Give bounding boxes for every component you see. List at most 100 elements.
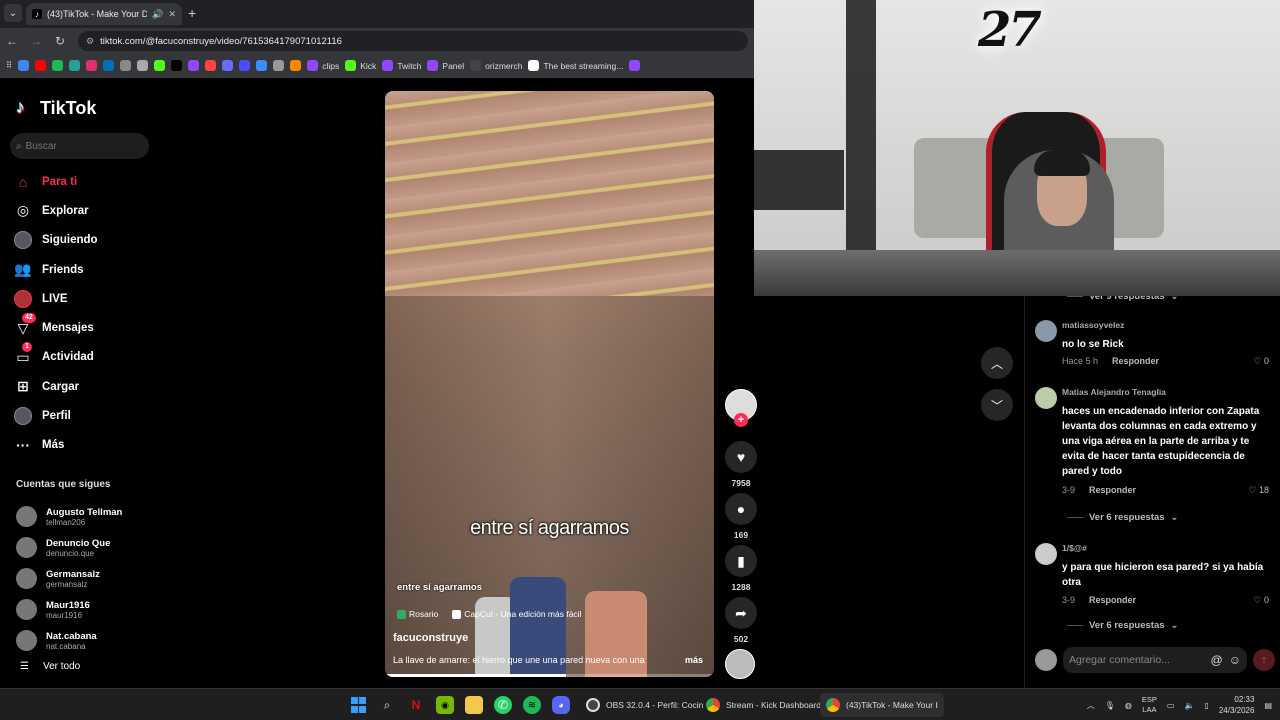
avatar[interactable] xyxy=(1035,320,1057,342)
nvidia-icon[interactable]: ◉ xyxy=(436,696,454,714)
sidebar-item-friends[interactable]: 👥 Friends xyxy=(14,255,154,284)
language-indicator[interactable]: ESP LAA xyxy=(1142,695,1157,715)
save-action[interactable]: ▮ 1288 xyxy=(725,545,757,592)
bookmark-item[interactable]: orizmerch xyxy=(470,60,522,71)
browser-tab-tiktok[interactable]: ♪ (43)TikTok - Make Your Day 🔊 ✕ xyxy=(26,3,182,25)
speaker-icon[interactable]: 🔊 xyxy=(152,9,163,20)
like-action[interactable]: ♥ 7958 xyxy=(725,441,757,488)
sidebar-item-actividad[interactable]: ▭ 1 Actividad xyxy=(14,342,154,372)
heart-icon[interactable]: ♥ xyxy=(725,441,757,473)
bookmark-item[interactable] xyxy=(256,60,268,71)
video-author[interactable]: facuconstruye xyxy=(393,632,468,644)
search-icon[interactable]: ⌕ xyxy=(378,696,396,714)
url-bar[interactable]: ⚙ tiktok.com/@facuconstruye/video/761536… xyxy=(78,31,748,51)
battery-icon[interactable]: ▯ xyxy=(1204,701,1208,710)
share-action[interactable]: ➦ 502 xyxy=(725,597,757,644)
replies-toggle[interactable]: Ver 6 respuestas ⌄ xyxy=(1067,512,1179,523)
video-progress-bar[interactable] xyxy=(385,674,714,677)
clock[interactable]: 02:33 24/3/2026 xyxy=(1219,694,1255,716)
bookmark-item[interactable]: Kick xyxy=(345,60,376,71)
bookmark-item[interactable] xyxy=(154,60,166,71)
sidebar-item-siguiendo[interactable]: Siguiendo xyxy=(14,226,154,255)
tray-chevron-up-icon[interactable]: ︿ xyxy=(1087,700,1095,711)
bookmark-item[interactable]: Panel xyxy=(427,60,464,71)
bookmark-item[interactable] xyxy=(52,60,64,71)
comment-like-button[interactable]: ♡ 0 xyxy=(1253,595,1269,606)
bookmark-item[interactable] xyxy=(86,60,98,71)
bookmark-item[interactable] xyxy=(290,60,302,71)
taskbar-app-obs[interactable]: OBS 32.0.4 - Perfil: Cocin xyxy=(580,693,709,717)
following-account[interactable]: Nat.cabana nat.cabana xyxy=(16,625,122,656)
reply-button[interactable]: Responder xyxy=(1089,485,1136,495)
sidebar-item-live[interactable]: LIVE xyxy=(14,284,154,313)
bookmark-item[interactable]: clips xyxy=(307,60,339,71)
send-arrow-icon[interactable]: ↑ xyxy=(1253,649,1275,671)
close-tab-icon[interactable]: ✕ xyxy=(168,9,176,20)
bookmark-item[interactable] xyxy=(137,60,149,71)
more-link[interactable]: más xyxy=(685,655,703,665)
follow-plus-icon[interactable]: + xyxy=(734,413,748,427)
bookmark-item[interactable] xyxy=(273,60,285,71)
site-info-icon[interactable]: ⚙ xyxy=(86,36,94,47)
comment-like-button[interactable]: ♡ 0 xyxy=(1253,356,1269,367)
avatar[interactable] xyxy=(1035,387,1057,409)
bookmark-item[interactable] xyxy=(629,60,641,71)
sidebar-item-mensajes[interactable]: ▽ 42 Mensajes xyxy=(14,313,154,342)
sound-tray-icon[interactable]: ◍ xyxy=(1125,701,1132,710)
mention-icon[interactable]: @ xyxy=(1211,653,1223,667)
previous-video-chevron-up-icon[interactable]: ︿ xyxy=(981,347,1013,379)
following-account[interactable]: Maur1916 maur1916 xyxy=(16,594,122,625)
notifications-icon[interactable]: ▤ xyxy=(1264,701,1272,710)
comment-action[interactable]: ● 169 xyxy=(725,493,757,540)
comment-icon[interactable]: ● xyxy=(725,493,757,525)
bookmark-icon[interactable]: ▮ xyxy=(725,545,757,577)
emoji-icon[interactable]: ☺ xyxy=(1229,653,1241,667)
replies-toggle[interactable]: Ver 6 respuestas ⌄ xyxy=(1067,620,1179,631)
sound-avatar[interactable] xyxy=(725,649,755,679)
bookmark-item[interactable] xyxy=(171,60,183,71)
taskbar-app-tiktok[interactable]: (43)TikTok - Make Your I xyxy=(820,693,944,717)
sidebar-item-ms[interactable]: ··· Más xyxy=(14,431,154,460)
comment-user[interactable]: 1/$@# xyxy=(1062,543,1087,553)
sidebar-item-parati[interactable]: ⌂ Para ti xyxy=(14,167,154,196)
forward-icon[interactable]: → xyxy=(24,34,48,48)
sidebar-item-perfil[interactable]: Perfil xyxy=(14,401,154,430)
reply-button[interactable]: Responder xyxy=(1089,595,1136,605)
microphone-icon[interactable]: 🎙 xyxy=(1105,701,1115,710)
next-video-chevron-down-icon[interactable]: ﹀ xyxy=(981,389,1013,421)
share-icon[interactable]: ➦ xyxy=(725,597,757,629)
bookmark-item[interactable] xyxy=(222,60,234,71)
search-box[interactable]: ⌕ xyxy=(10,133,149,159)
folder-icon[interactable] xyxy=(465,696,483,714)
bookmark-item[interactable]: The best streaming... xyxy=(528,60,623,71)
network-icon[interactable]: ▭ xyxy=(1167,701,1175,710)
reply-button[interactable]: Responder xyxy=(1112,356,1159,366)
windows-start-icon[interactable] xyxy=(349,696,367,714)
bookmark-item[interactable] xyxy=(205,60,217,71)
tab-search-icon[interactable]: ⌄ xyxy=(4,4,22,22)
apps-grid-icon[interactable]: ⠿ xyxy=(6,60,12,71)
bookmark-item[interactable]: Twitch xyxy=(382,60,421,71)
bookmark-item[interactable] xyxy=(120,60,132,71)
search-input[interactable] xyxy=(25,140,136,152)
bookmark-item[interactable] xyxy=(18,60,30,71)
new-tab-icon[interactable]: + xyxy=(188,5,196,21)
tiktok-logo[interactable]: ♪ TikTok xyxy=(16,97,96,119)
bookmark-item[interactable] xyxy=(69,60,81,71)
comment-input[interactable]: Agregar comentario... @ ☺ xyxy=(1063,647,1247,673)
see-all-link[interactable]: ☰ Ver todo xyxy=(20,661,80,672)
bookmark-item[interactable] xyxy=(188,60,200,71)
comment-user[interactable]: Matias Alejandro Tenaglia xyxy=(1062,387,1166,397)
sidebar-item-explorar[interactable]: ◎ Explorar xyxy=(14,196,154,225)
capcut-tag[interactable]: CapCut - Una edición más fácil xyxy=(452,609,581,619)
netflix-icon[interactable]: N xyxy=(407,696,425,714)
bookmark-item[interactable] xyxy=(103,60,115,71)
volume-icon[interactable]: 🔈 xyxy=(1184,701,1194,710)
discord-icon[interactable]: ◕ xyxy=(552,696,570,714)
bookmark-item[interactable] xyxy=(35,60,47,71)
sidebar-item-cargar[interactable]: ⊞ Cargar xyxy=(14,372,154,401)
whatsapp-icon[interactable]: ✆ xyxy=(494,696,512,714)
avatar[interactable] xyxy=(1035,543,1057,565)
back-icon[interactable]: ← xyxy=(0,34,24,48)
bookmark-item[interactable] xyxy=(239,60,251,71)
